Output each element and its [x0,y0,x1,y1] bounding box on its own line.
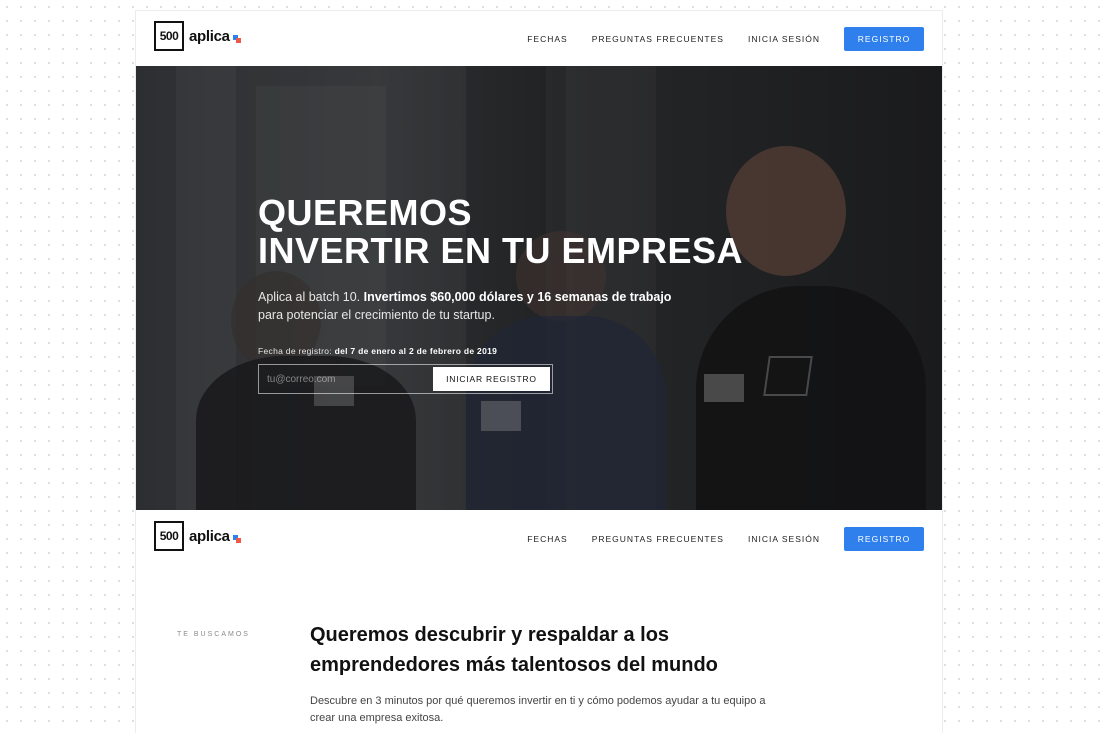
registration-date-label: Fecha de registro: [258,346,335,356]
hero-subtitle-bold: Invertimos $60,000 dólares y 16 semanas … [363,290,672,304]
logo-500-box: 500 [154,21,184,51]
registration-date-value: del 7 de enero al 2 de febrero de 2019 [334,346,498,356]
hero-title: QUEREMOS INVERTIR EN TU EMPRESA [258,194,818,270]
hero-section: QUEREMOS INVERTIR EN TU EMPRESA Aplica a… [136,66,942,510]
logo[interactable]: 500 aplica [154,521,242,551]
hero-subtitle-prefix: Aplica al batch 10. [258,290,364,304]
email-input[interactable] [259,365,431,393]
logo-text: aplica [189,527,230,545]
section-tag: TE BUSCAMOS [177,631,250,638]
nav-link-inicia-sesion[interactable]: INICIA SESIÓN [748,534,820,544]
hero-title-line-1: QUEREMOS [258,192,473,233]
nav-links: FECHAS PREGUNTAS FRECUENTES INICIA SESIÓ… [503,511,924,566]
logo[interactable]: 500 aplica [154,21,242,51]
logo-500-box: 500 [154,521,184,551]
nav-links: FECHAS PREGUNTAS FRECUENTES INICIA SESIÓ… [503,11,924,66]
hero-content: QUEREMOS INVERTIR EN TU EMPRESA Aplica a… [258,194,818,394]
te-buscamos-section: TE BUSCAMOS Queremos descubrir y respald… [136,566,942,733]
nav-link-fechas[interactable]: FECHAS [527,34,567,44]
section-description: Descubre en 3 minutos por qué queremos i… [310,695,766,724]
registro-button[interactable]: REGISTRO [844,526,924,551]
nav-link-inicia-sesion[interactable]: INICIA SESIÓN [748,34,820,44]
logo-mark-icon [232,534,242,544]
section-title: Queremos descubrir y respaldar a los emp… [310,624,718,676]
top-navbar: 500 aplica FECHAS PREGUNTAS FRECUENTES I… [136,11,942,66]
iniciar-registro-button[interactable]: INICIAR REGISTRO [433,367,550,391]
logo-mark-icon [232,34,242,44]
nav-link-preguntas-frecuentes[interactable]: PREGUNTAS FRECUENTES [592,34,724,44]
nav-link-preguntas-frecuentes[interactable]: PREGUNTAS FRECUENTES [592,534,724,544]
page-frame: 500 aplica FECHAS PREGUNTAS FRECUENTES I… [136,11,942,733]
hero-subtitle: Aplica al batch 10. Invertimos $60,000 d… [258,288,678,324]
hero-title-line-2: INVERTIR EN TU EMPRESA [258,230,744,271]
sticky-navbar: 500 aplica FECHAS PREGUNTAS FRECUENTES I… [136,511,942,566]
registration-form: INICIAR REGISTRO [258,364,553,394]
logo-text: aplica [189,27,230,45]
registro-button[interactable]: REGISTRO [844,26,924,51]
hero-subtitle-suffix: para potenciar el crecimiento de tu star… [258,308,495,322]
nav-link-fechas[interactable]: FECHAS [527,534,567,544]
registration-date: Fecha de registro: del 7 de enero al 2 d… [258,346,818,356]
